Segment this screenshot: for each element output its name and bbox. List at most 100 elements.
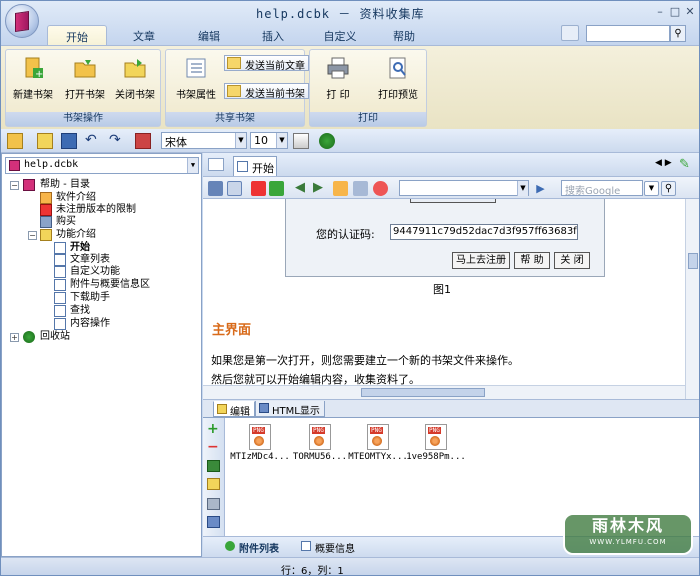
document-tab-label: 开始	[252, 162, 274, 175]
search-icon[interactable]: ⚲	[670, 25, 686, 42]
attachment-file[interactable]: MTIzMDc4...	[229, 424, 291, 462]
group-label-print: 打印	[310, 112, 426, 126]
image-icon[interactable]	[207, 460, 220, 472]
tree-item-label: 功能介绍	[56, 229, 96, 240]
edit-icon[interactable]	[37, 133, 53, 149]
tab-insert[interactable]: 插入	[243, 25, 303, 45]
refresh-icon[interactable]	[269, 181, 284, 196]
group-label-shelf-ops: 书架操作	[6, 112, 160, 126]
collapse-icon[interactable]: −	[10, 181, 19, 190]
brush-icon[interactable]	[293, 133, 309, 149]
horizontal-scrollbar[interactable]	[203, 385, 685, 399]
tree-item-label: 开始	[70, 242, 90, 253]
reg-code-field: 9447911c79d52dac7d3f957ff63683fa	[390, 224, 578, 240]
attachment-file[interactable]: MTEOMTYx...	[347, 424, 409, 462]
back-arrow-icon[interactable]: ◀	[295, 181, 310, 196]
forward-arrow-icon[interactable]: ▶	[313, 181, 328, 196]
chevron-down-icon[interactable]: ▼	[644, 181, 659, 196]
export-icon[interactable]	[207, 478, 220, 490]
remove-attachment-icon[interactable]: −	[207, 440, 219, 454]
print-preview-button[interactable]: 打印预览	[372, 56, 424, 101]
watermark-logo: 雨林木风 WWW.YLMFU.COM	[563, 513, 693, 555]
properties-icon	[186, 58, 206, 78]
top-search-input[interactable]	[586, 25, 670, 42]
section-heading: 主界面	[212, 323, 252, 338]
go-icon[interactable]: ▶	[533, 181, 548, 196]
attachment-name: 1ve958Pm...	[406, 452, 466, 462]
page-icon	[54, 242, 66, 254]
tab-help[interactable]: 帮助	[374, 25, 434, 45]
send-shelf-button[interactable]: 发送当前书架	[224, 83, 309, 100]
edit-tabs: 编辑 HTML显示	[203, 399, 699, 418]
attachment-file[interactable]: 1ve958Pm...	[405, 424, 467, 462]
shelf-properties-button[interactable]: 书架属性	[170, 56, 222, 101]
close-button[interactable]: ✕	[683, 6, 697, 18]
minimize-button[interactable]: –	[653, 6, 667, 18]
web-icon[interactable]	[319, 133, 335, 149]
send-article-button[interactable]: 发送当前文章	[224, 55, 309, 72]
home-icon[interactable]	[333, 181, 348, 196]
new-shelf-button[interactable]: + 新建书架	[8, 56, 58, 101]
attachment-file[interactable]: TORMU56...	[289, 424, 351, 462]
open-shelf-button[interactable]: 打开书架	[60, 56, 110, 101]
vertical-scrollbar[interactable]	[685, 199, 699, 399]
settings-icon[interactable]: ✎	[679, 157, 695, 173]
expand-icon[interactable]: +	[10, 333, 19, 342]
summary-icon	[301, 541, 311, 551]
google-search-input[interactable]: 搜索Google	[561, 180, 643, 197]
new-article-icon[interactable]	[7, 133, 23, 149]
search-icon[interactable]: ⚲	[661, 181, 676, 196]
stop-icon[interactable]	[251, 181, 266, 196]
redo-icon[interactable]: ↷	[109, 133, 125, 149]
tab-edit[interactable]: 编辑	[179, 25, 239, 45]
edit-mode-icon[interactable]	[227, 181, 242, 196]
open-shelf-label: 打开书架	[65, 90, 105, 101]
page-icon	[54, 292, 66, 304]
png-file-icon	[309, 424, 331, 450]
stop-circle-icon[interactable]	[373, 181, 388, 196]
font-size-select[interactable]: 10 ▼	[250, 132, 288, 149]
style-icon[interactable]	[561, 25, 579, 41]
tab-article[interactable]: 文章	[114, 25, 174, 45]
dialog-partial-button	[410, 199, 496, 203]
attachment-name: MTEOMTYx...	[348, 452, 408, 462]
collapse-icon[interactable]: −	[28, 231, 37, 240]
open-folder-icon	[74, 60, 96, 78]
page-icon	[54, 254, 66, 266]
screen-icon[interactable]	[207, 516, 220, 528]
tab-start[interactable]: 开始	[47, 25, 107, 45]
shelf-select[interactable]: help.dcbk ▼	[5, 157, 199, 174]
reg-code-label: 您的认证码:	[316, 228, 375, 241]
shelf-name: help.dcbk	[24, 159, 79, 170]
tab-html-view[interactable]: HTML显示	[255, 401, 325, 417]
tab-scroll-arrows[interactable]: ◀ ▶	[655, 158, 672, 168]
tab-attachments[interactable]: 附件列表	[223, 540, 279, 555]
tab-edit-mode[interactable]: 编辑	[213, 401, 255, 418]
svg-text:+: +	[35, 69, 43, 80]
chevron-down-icon: ▼	[235, 133, 246, 148]
app-window: help.dcbk － 资料收集库 – □ ✕ 开始 文章 编辑 插入 自定义 …	[0, 0, 700, 576]
print-button[interactable]: 打 印	[316, 56, 360, 101]
add-attachment-icon[interactable]: +	[207, 422, 219, 436]
attachment-name: MTIzMDc4...	[230, 452, 290, 462]
app-menu-button[interactable]	[5, 4, 39, 38]
scroll-thumb[interactable]	[361, 388, 485, 397]
new-tab-icon[interactable]	[208, 158, 224, 171]
maximize-button[interactable]: □	[668, 6, 682, 18]
tab-document-start[interactable]: 开始	[233, 156, 277, 176]
tab-summary[interactable]: 概要信息	[299, 540, 355, 555]
watermark-url: WWW.YLMFU.COM	[589, 538, 667, 546]
scroll-thumb[interactable]	[688, 253, 698, 269]
tab-html-label: HTML显示	[272, 406, 320, 417]
tool-icon[interactable]	[135, 133, 151, 149]
tab-custom[interactable]: 自定义	[310, 25, 370, 45]
save-icon[interactable]	[61, 133, 77, 149]
print-preview-icon	[389, 57, 406, 79]
view-icon[interactable]	[208, 181, 223, 196]
undo-icon[interactable]: ↶	[85, 133, 101, 149]
close-shelf-button[interactable]: 关闭书架	[110, 56, 160, 101]
url-input[interactable]: ▼	[399, 180, 529, 196]
font-select[interactable]: 宋体 ▼	[161, 132, 247, 149]
refresh-page-icon[interactable]	[353, 181, 368, 196]
tools-icon[interactable]	[207, 498, 220, 510]
